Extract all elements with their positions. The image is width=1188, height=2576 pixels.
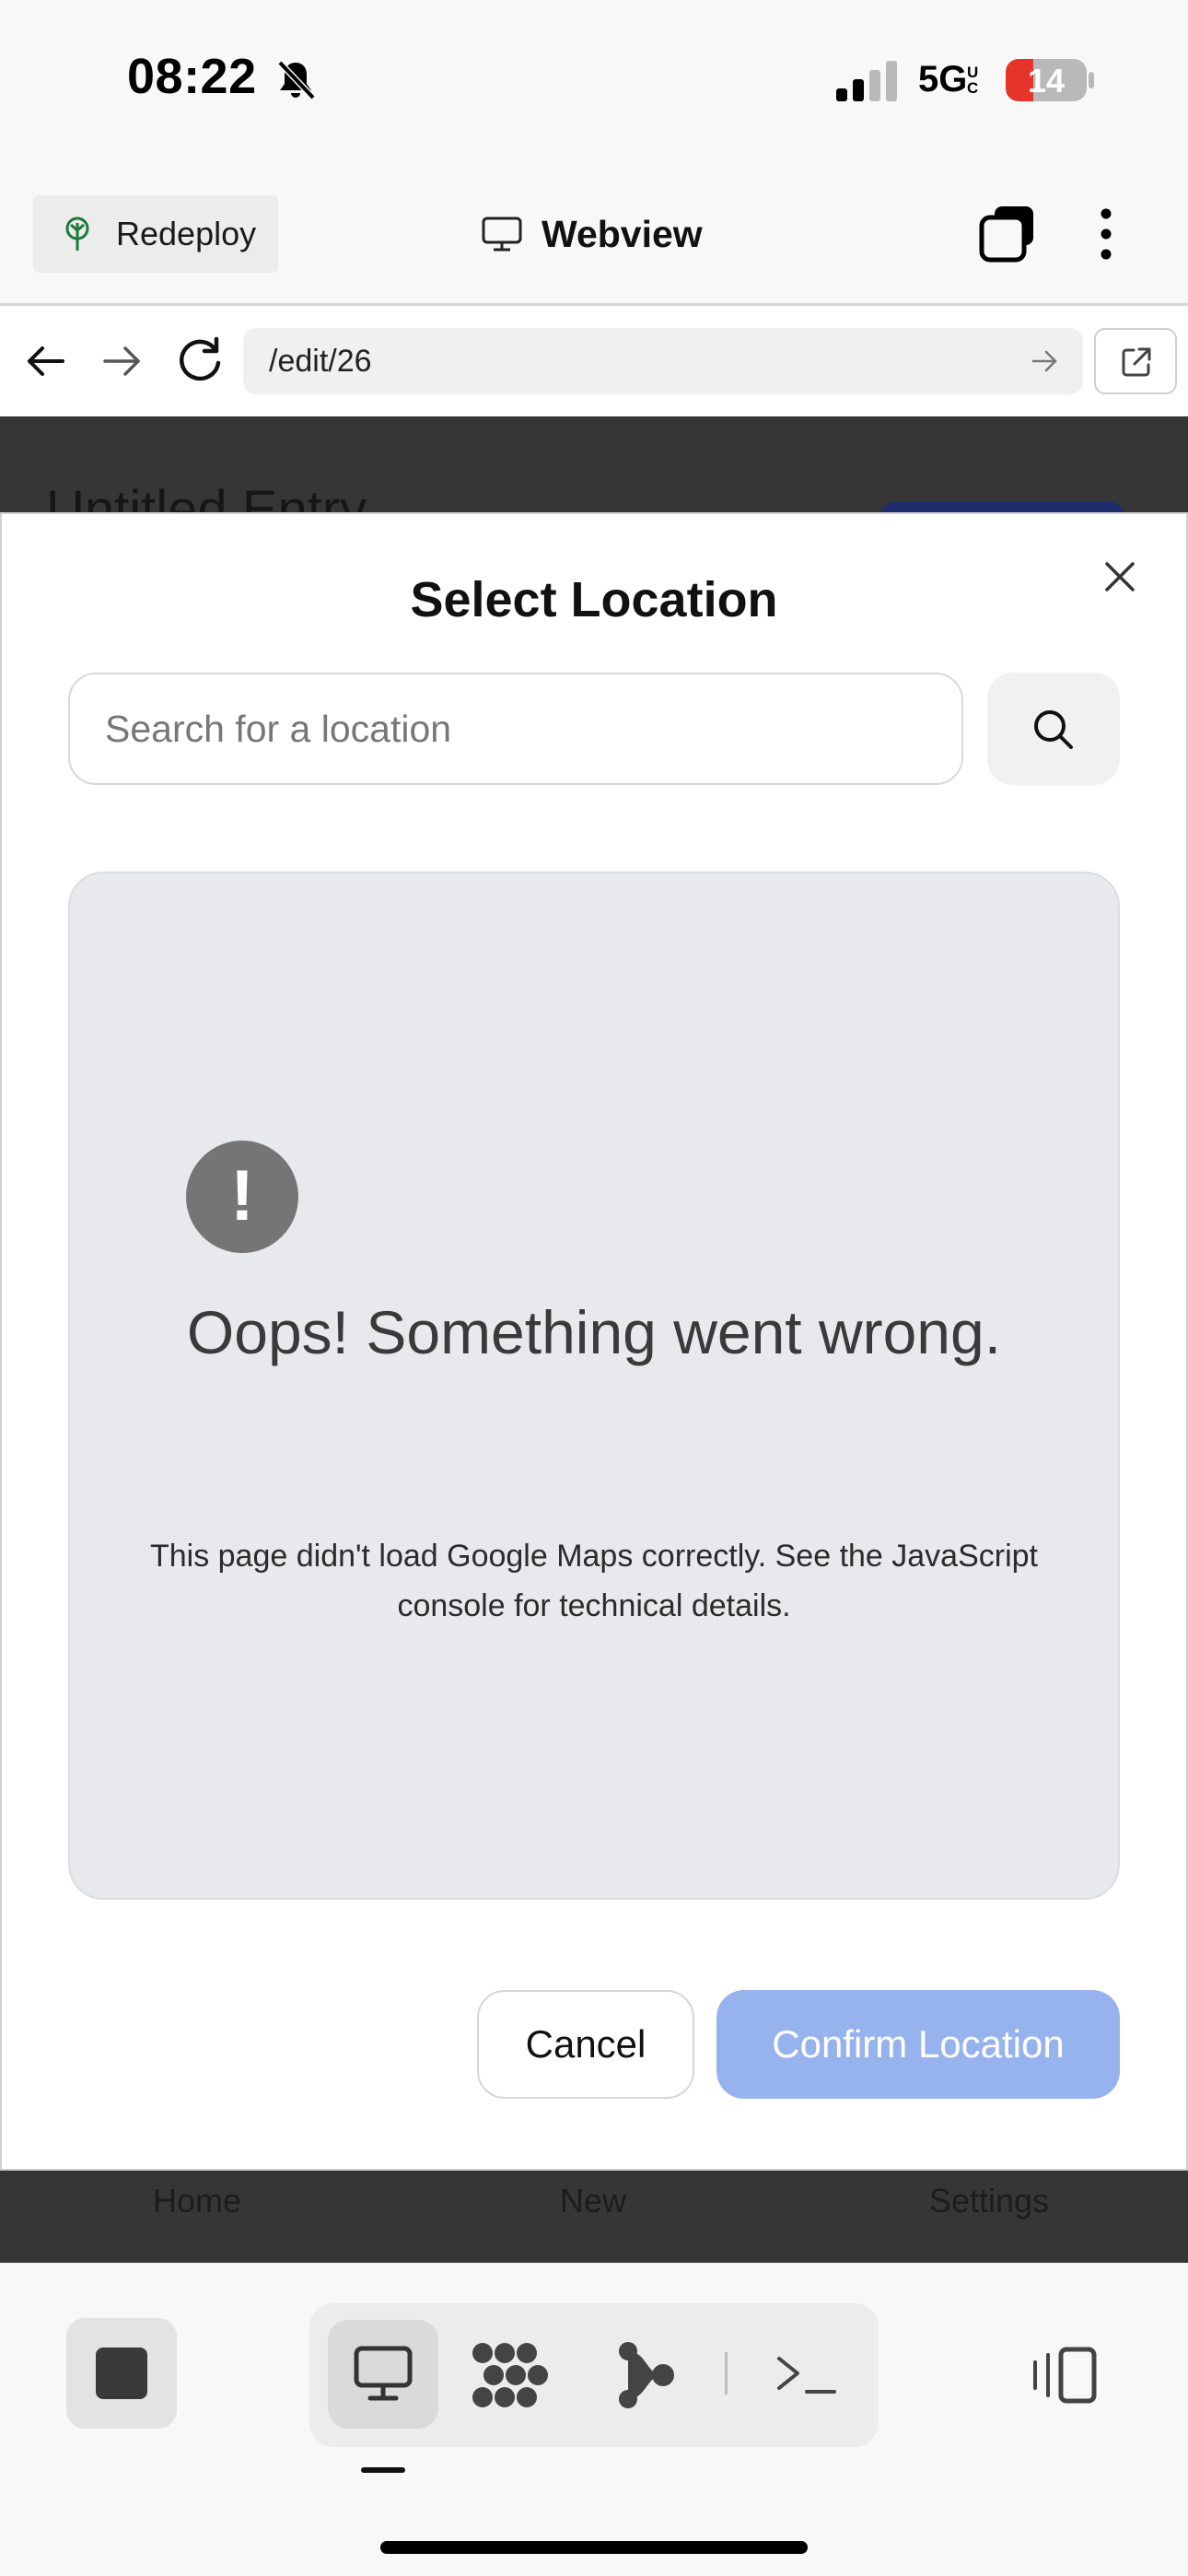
network-subtype: UC xyxy=(967,64,979,97)
redeploy-button[interactable]: Redeploy xyxy=(33,195,278,273)
battery-cap xyxy=(1089,72,1094,88)
panel-toggle-icon[interactable] xyxy=(1030,2346,1100,2405)
active-tool-indicator xyxy=(361,2467,405,2473)
confirm-location-button[interactable]: Confirm Location xyxy=(716,1990,1120,2099)
error-heading: Oops! Something went wrong. xyxy=(186,1298,1002,1366)
cancel-button[interactable]: Cancel xyxy=(477,1990,694,2099)
search-icon xyxy=(1034,710,1073,749)
home-indicator[interactable] xyxy=(380,2541,808,2554)
battery-level: 14 xyxy=(1027,62,1066,100)
url-field[interactable]: /edit/26 xyxy=(243,328,1083,394)
external-link-icon xyxy=(1122,347,1151,377)
nav-item-new: New xyxy=(559,2182,627,2219)
reload-icon[interactable] xyxy=(173,334,227,387)
webview-title: Webview xyxy=(481,205,703,263)
tool-webview-button[interactable] xyxy=(328,2320,438,2429)
open-external-button[interactable] xyxy=(1094,328,1177,394)
status-time: 08:22 xyxy=(127,49,257,104)
location-search-input[interactable] xyxy=(68,673,963,785)
webview-title-label: Webview xyxy=(542,212,703,255)
flow-icon[interactable] xyxy=(610,2338,683,2412)
error-message: This page didn't load Google Maps correc… xyxy=(149,1539,1039,1623)
apps-icon[interactable] xyxy=(466,2338,562,2412)
url-text: /edit/26 xyxy=(269,343,372,379)
network-type: 5G xyxy=(918,59,968,100)
forward-arrow-icon[interactable] xyxy=(98,337,146,385)
stop-icon xyxy=(96,2348,147,2399)
close-icon[interactable] xyxy=(1100,556,1140,597)
tool-divider xyxy=(725,2352,728,2395)
map-panel xyxy=(68,872,1120,1900)
search-button[interactable] xyxy=(987,673,1120,785)
nav-item-settings: Settings xyxy=(928,2182,1050,2219)
more-vertical-icon[interactable] xyxy=(1092,205,1120,263)
battery-indicator: 14 xyxy=(1006,59,1087,101)
redeploy-label: Redeploy xyxy=(116,215,257,252)
nav-item-home: Home xyxy=(152,2182,242,2219)
exclamation-icon: ! xyxy=(186,1141,298,1253)
monitor-icon xyxy=(482,217,522,252)
tabs-icon[interactable] xyxy=(978,205,1037,263)
terminal-icon[interactable] xyxy=(772,2346,845,2405)
arrow-right-icon[interactable] xyxy=(1028,345,1061,378)
modal-title: Select Location xyxy=(410,572,778,627)
bell-slash-icon xyxy=(277,60,316,100)
monitor-icon xyxy=(354,2346,413,2401)
signal-icon xyxy=(836,61,897,101)
tree-icon xyxy=(65,217,89,251)
stop-button[interactable] xyxy=(66,2318,177,2429)
back-arrow-icon[interactable] xyxy=(22,337,70,385)
